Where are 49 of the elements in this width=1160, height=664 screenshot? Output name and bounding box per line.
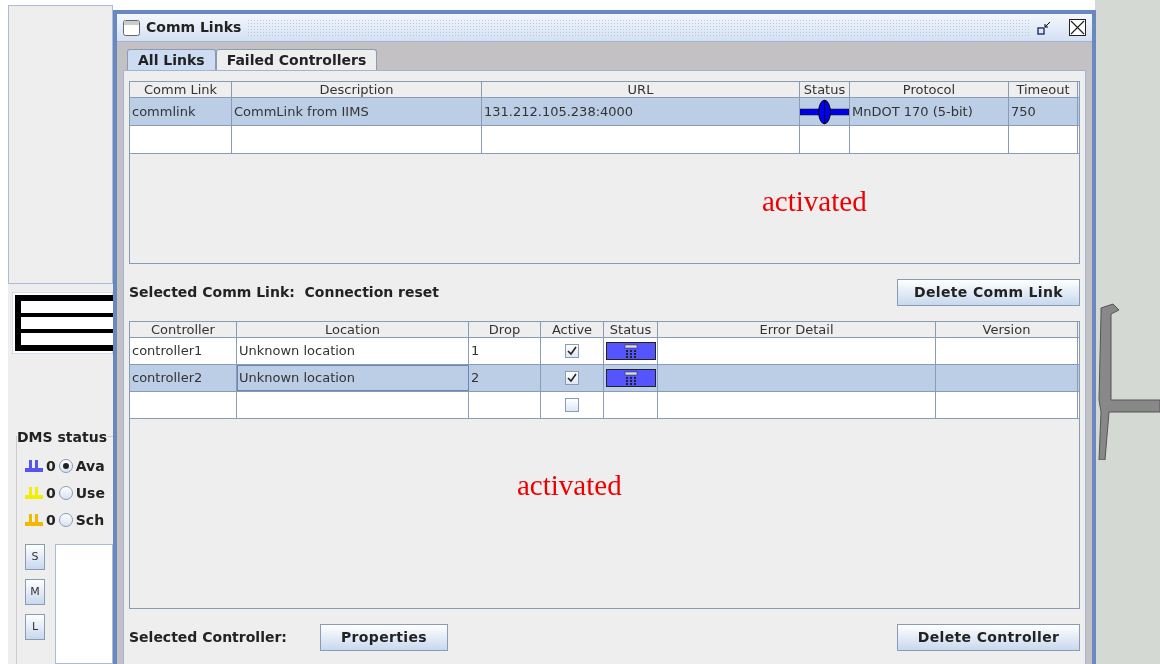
table-cell-text: 1 (471, 342, 480, 361)
radio-label[interactable]: Use (75, 482, 105, 504)
size-button[interactable]: L (25, 614, 45, 640)
annotation-label: activated (762, 184, 867, 219)
size-button[interactable]: M (25, 579, 45, 605)
radio-button[interactable] (58, 486, 73, 500)
table-cell-text: Unknown location (239, 342, 356, 361)
table-cell-text: MnDOT 170 (5-bit) (852, 102, 973, 121)
tab[interactable]: Failed Controllers (215, 49, 378, 70)
count-label: 0 (46, 456, 56, 476)
radio-label[interactable]: Ava (75, 455, 105, 477)
table-cell-text: CommLink from IIMS (234, 102, 369, 121)
radio-button[interactable] (58, 513, 73, 527)
checkbox[interactable] (565, 398, 579, 412)
list-box[interactable] (55, 544, 113, 664)
table-row[interactable]: controller1 Unknown location 1 (130, 338, 1079, 365)
tab[interactable]: All Links (127, 49, 216, 70)
checkbox[interactable] (565, 344, 579, 358)
controller-status-icon (605, 369, 656, 387)
annotation-label: activated (517, 468, 622, 503)
count-label: 0 (46, 510, 56, 530)
delete-controller-button[interactable]: Delete Controller (897, 624, 1080, 651)
window-icon (123, 19, 140, 36)
table-row[interactable]: commlink CommLink from IIMS 131.212.105.238:4000 MnDOT 170 (5-bit) 750 (130, 98, 1079, 126)
checkbox[interactable] (565, 371, 579, 385)
table-cell-text: controller2 (132, 369, 203, 388)
table-cell-text: 131.212.105.238:4000 (484, 102, 634, 121)
title-bar[interactable]: Comm Links (117, 14, 1092, 42)
table-row[interactable] (130, 126, 1079, 154)
table-cell-text: 2 (471, 369, 480, 388)
selected-controller-label: Selected Controller: (129, 628, 288, 647)
controller-status-icon (605, 342, 656, 360)
properties-button[interactable]: Properties (320, 624, 448, 651)
close-icon[interactable] (1069, 19, 1086, 36)
window-title: Comm Links (146, 18, 242, 37)
table-cell-text: Unknown location (239, 369, 356, 388)
table-cell-text: commlink (132, 102, 196, 121)
delete-comm-link-button[interactable]: Delete Comm Link (897, 279, 1080, 306)
table-row[interactable] (130, 392, 1079, 419)
link-status-icon (800, 98, 849, 125)
table-cell-text: controller1 (132, 342, 203, 361)
restore-icon[interactable] (1037, 20, 1051, 35)
table-cell-text: 750 (1011, 102, 1036, 121)
table-row[interactable]: controller2 Unknown location 2 (130, 365, 1079, 392)
radio-label[interactable]: Sch (75, 509, 105, 531)
count-label: 0 (46, 483, 56, 503)
selected-comm-link-label: Selected Comm Link: Connection reset (129, 283, 440, 302)
radio-button[interactable] (58, 459, 73, 473)
size-button[interactable]: S (25, 544, 45, 570)
